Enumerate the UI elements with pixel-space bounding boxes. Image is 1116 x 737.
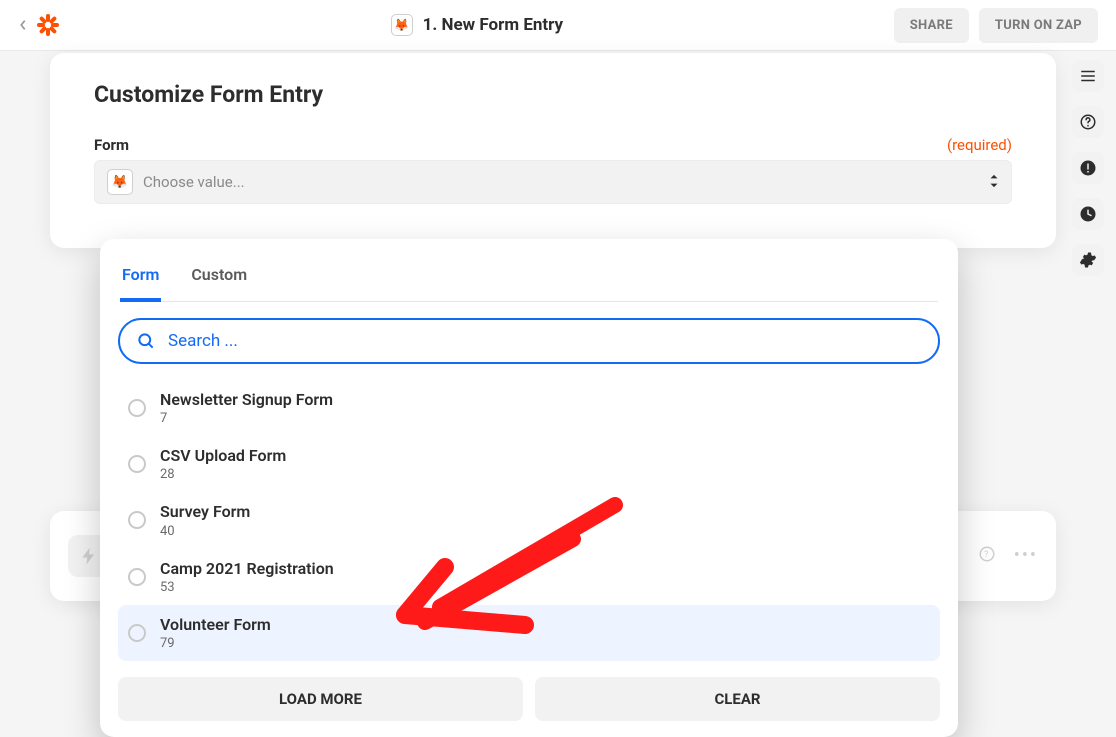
select-placeholder: Choose value... (143, 173, 245, 191)
help-icon[interactable] (1072, 106, 1104, 138)
load-more-button[interactable]: LOAD MORE (118, 677, 523, 721)
customize-card: Customize Form Entry Form (required) 🦊 C… (50, 53, 1056, 248)
step-title[interactable]: 1. New Form Entry (423, 15, 564, 35)
step-more-icon[interactable]: ••• (1014, 545, 1038, 568)
popover-footer: LOAD MORE CLEAR (110, 671, 948, 721)
option-newsletter-signup-form[interactable]: Newsletter Signup Form 7 (118, 380, 940, 436)
tab-form[interactable]: Form (120, 257, 161, 302)
option-id: 7 (160, 411, 333, 426)
app-icon: 🦊 (391, 14, 413, 36)
back-chevron-icon[interactable] (18, 16, 28, 35)
turn-on-zap-button[interactable]: TURN ON ZAP (979, 8, 1098, 43)
radio-icon (128, 624, 146, 642)
tab-custom[interactable]: Custom (189, 257, 249, 302)
form-select[interactable]: 🦊 Choose value... (94, 160, 1012, 204)
option-label: Volunteer Form (160, 615, 271, 634)
history-icon[interactable] (1072, 198, 1104, 230)
radio-icon (128, 455, 146, 473)
search-box[interactable] (118, 318, 940, 364)
option-volunteer-form[interactable]: Volunteer Form 79 (118, 605, 940, 661)
options-list: Newsletter Signup Form 7 CSV Upload Form… (110, 372, 948, 671)
outline-panel-icon[interactable] (1072, 60, 1104, 92)
option-csv-upload-form[interactable]: CSV Upload Form 28 (118, 436, 940, 492)
option-label: Survey Form (160, 502, 250, 521)
top-header-center: 🦊 1. New Form Entry (391, 14, 564, 36)
card-title: Customize Form Entry (94, 81, 1012, 108)
radio-icon (128, 568, 146, 586)
svg-text:?: ? (984, 550, 990, 560)
select-caret-icon (989, 173, 999, 192)
option-id: 79 (160, 636, 271, 651)
alert-icon[interactable] (1072, 152, 1104, 184)
option-label: Camp 2021 Registration (160, 559, 334, 578)
search-icon (136, 331, 156, 351)
app-icon-small: 🦊 (107, 169, 133, 195)
settings-gear-icon[interactable] (1072, 244, 1104, 276)
share-button[interactable]: SHARE (894, 8, 969, 43)
field-label-form: Form (94, 136, 129, 154)
clear-button[interactable]: CLEAR (535, 677, 940, 721)
top-header: 🦊 1. New Form Entry SHARE TURN ON ZAP (0, 0, 1116, 51)
required-tag: (required) (947, 136, 1012, 154)
zapier-logo-icon[interactable] (36, 13, 60, 37)
step-help-icon[interactable]: ? (978, 545, 996, 568)
top-header-right: SHARE TURN ON ZAP (894, 8, 1098, 43)
radio-icon (128, 399, 146, 417)
popover-tabs: Form Custom (110, 253, 948, 302)
right-rail (1072, 60, 1104, 276)
option-survey-form[interactable]: Survey Form 40 (118, 492, 940, 548)
option-id: 40 (160, 524, 250, 539)
option-label: Newsletter Signup Form (160, 390, 333, 409)
option-camp-2021-registration[interactable]: Camp 2021 Registration 53 (118, 549, 940, 605)
search-input[interactable] (168, 331, 922, 351)
option-label: CSV Upload Form (160, 446, 286, 465)
option-id: 28 (160, 467, 286, 482)
form-dropdown-popover: Form Custom Newsletter Signup Form 7 CS (100, 239, 958, 737)
option-id: 53 (160, 580, 334, 595)
radio-icon (128, 511, 146, 529)
top-header-left (18, 13, 60, 37)
